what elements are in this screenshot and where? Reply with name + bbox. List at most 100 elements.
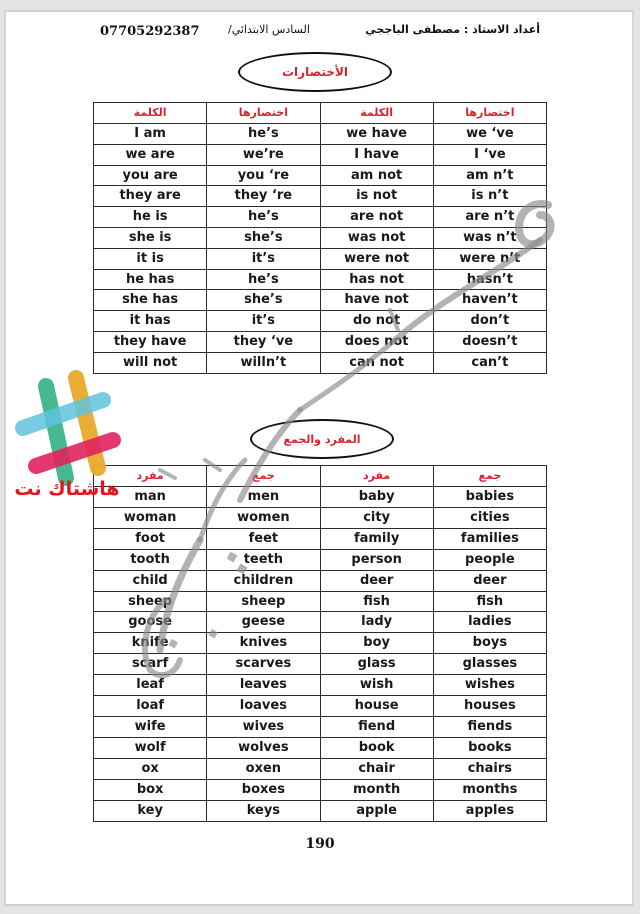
table-cell: houses (432, 695, 548, 717)
table-cell: doesn’t (432, 330, 548, 353)
table-cell: has not (319, 268, 434, 290)
table-cell: sheep (92, 590, 208, 612)
table-cell: deer (432, 569, 548, 592)
table-cell: wishes (432, 674, 548, 696)
table-cell: lady (319, 611, 434, 633)
table-cell: I am (92, 123, 208, 145)
table-cell: was n’t (432, 226, 548, 249)
table-row: leaf leaves wish wishes (92, 674, 548, 696)
table-cell: babies (432, 486, 548, 508)
table-cell: we have (319, 123, 434, 145)
table-cell: books (432, 736, 548, 759)
table-cell: he’s (206, 123, 321, 145)
table-cell: it is (92, 247, 208, 270)
table-row: they are they ‘re is not is n’t (92, 185, 548, 207)
table-cell: can’t (432, 351, 548, 374)
table-cell: he is (92, 206, 208, 228)
table-cell: child (92, 569, 208, 592)
table-cell: are not (319, 206, 434, 228)
table-cell: baby (319, 486, 434, 508)
table-cell: is n’t (432, 185, 548, 207)
table-row: foot feet family families (92, 527, 548, 550)
column-header: اختصارها (432, 102, 548, 124)
table-cell: key (92, 799, 208, 822)
table-cell: family (319, 527, 434, 550)
author-label: أعداد الاستاذ : مصطفى الباججي (365, 23, 540, 36)
table-cell: chair (319, 757, 434, 780)
table-cell: they ‘ve (206, 330, 321, 353)
table-cell: fiends (432, 715, 548, 738)
table-cell: wolves (206, 736, 321, 759)
table-cell: families (432, 527, 548, 550)
table-row: scarf scarves glass glasses (92, 653, 548, 675)
table-row: it has it’s do not don’t (92, 310, 548, 332)
table-cell: month (319, 778, 434, 801)
table-cell: foot (92, 527, 208, 550)
table-cell: it’s (206, 247, 321, 270)
table-cell: they have (92, 330, 208, 353)
column-header: الكلمة (92, 102, 208, 124)
table-row: I am he’s we have we ‘ve (92, 123, 548, 145)
table-cell: fish (432, 590, 548, 612)
table-cell: was not (319, 226, 434, 249)
table-cell: am n’t (432, 164, 548, 186)
table-cell: ox (92, 757, 208, 780)
table-cell: were n’t (432, 247, 548, 270)
table-row: tooth teeth person people (92, 548, 548, 571)
table-cell: months (432, 778, 548, 801)
table-cell: knives (206, 632, 321, 654)
table-row: we are we’re I have I ‘ve (92, 143, 548, 166)
table-row: it is it’s were not were n’t (92, 247, 548, 270)
table-cell: people (432, 548, 548, 571)
page-number: 190 (305, 836, 335, 852)
table-row: loaf loaves house houses (92, 695, 548, 717)
table-row: key keys apple apples (92, 799, 548, 822)
table-cell: apples (432, 799, 548, 822)
table-cell: goose (92, 611, 208, 633)
table-cell: she has (92, 289, 208, 311)
table-row: woman women city cities (92, 506, 548, 529)
table-cell: deer (319, 569, 434, 592)
table-cell: he has (92, 268, 208, 290)
table-cell: teeth (206, 548, 321, 571)
table-row: will not willn’t can not can’t (92, 351, 548, 374)
table-cell: boys (432, 632, 548, 654)
table-row: she is she’s was not was n’t (92, 226, 548, 249)
table-row: you are you ‘re am not am n’t (92, 164, 548, 186)
table-cell: haven’t (432, 289, 548, 311)
table-cell: are n’t (432, 206, 548, 228)
table-cell: it has (92, 310, 208, 332)
table-cell: boy (319, 632, 434, 654)
section-title-text: المفرد والجمع (283, 432, 361, 446)
table-cell: sheep (206, 590, 321, 612)
table-header-row: الكلمة اختصارها الكلمة اختصارها (92, 102, 548, 124)
table-cell: he’s (206, 268, 321, 290)
table-cell: geese (206, 611, 321, 633)
table-cell: person (319, 548, 434, 571)
column-header: جمع (432, 465, 548, 487)
column-header: جمع (206, 465, 321, 487)
table-cell: fiend (319, 715, 434, 738)
table-cell: he’s (206, 206, 321, 228)
table-row: he is he’s are not are n’t (92, 206, 548, 228)
table-cell: can not (319, 351, 434, 374)
table-cell: wife (92, 715, 208, 738)
section-title-contractions: الأختصارات (238, 52, 392, 92)
table-cell: oxen (206, 757, 321, 780)
table-cell: cities (432, 506, 548, 529)
table-row: they have they ‘ve does not doesn’t (92, 330, 548, 353)
table-cell: I have (319, 143, 434, 166)
section-title-singular-plural: المفرد والجمع (250, 419, 394, 459)
table-row: goose geese lady ladies (92, 611, 548, 633)
table-cell: leaf (92, 674, 208, 696)
table-cell: glass (319, 653, 434, 675)
table-cell: hasn’t (432, 268, 548, 290)
table-cell: ladies (432, 611, 548, 633)
table-cell: book (319, 736, 434, 759)
table-cell: she is (92, 226, 208, 249)
table-cell: house (319, 695, 434, 717)
table-cell: children (206, 569, 321, 592)
table-cell: fish (319, 590, 434, 612)
table-cell: keys (206, 799, 321, 822)
table-row: child children deer deer (92, 569, 548, 592)
